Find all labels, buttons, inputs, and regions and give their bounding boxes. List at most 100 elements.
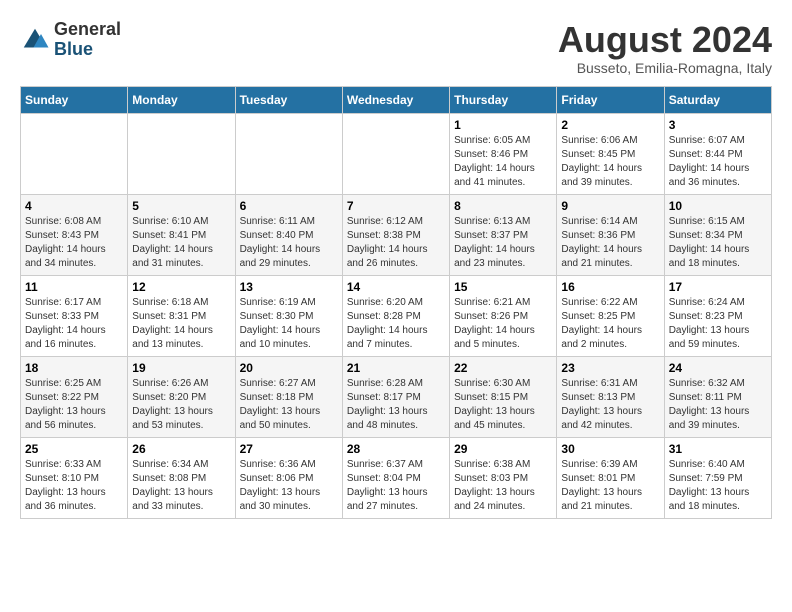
day-number: 30 [561, 442, 659, 456]
calendar-cell [21, 113, 128, 194]
day-number: 10 [669, 199, 767, 213]
calendar-week-1: 1Sunrise: 6:05 AM Sunset: 8:46 PM Daylig… [21, 113, 772, 194]
day-number: 6 [240, 199, 338, 213]
day-number: 5 [132, 199, 230, 213]
calendar-cell: 31 Sunrise: 6:40 AM Sunset: 7:59 PM Dayli… [664, 437, 771, 518]
calendar-cell: 13Sunrise: 6:19 AM Sunset: 8:30 PM Dayli… [235, 275, 342, 356]
day-info: Sunrise: 6:30 AM Sunset: 8:15 PM Dayligh… [454, 377, 552, 433]
day-info: Sunrise: 6:07 AM Sunset: 8:44 PM Dayligh… [669, 134, 767, 190]
day-number: 4 [25, 199, 123, 213]
calendar-cell: 12 Sunrise: 6:18 AM Sunset: 8:31 PM Dayli… [128, 275, 235, 356]
calendar-cell: 29 Sunrise: 6:38 AM Sunset: 8:03 PM Dayli… [450, 437, 557, 518]
day-info: Sunrise: 6:22 AM Sunset: 8:25 PM Dayligh… [561, 296, 659, 352]
weekday-header-friday: Friday [557, 86, 664, 113]
calendar-cell: 21 Sunrise: 6:28 AM Sunset: 8:17 PM Dayli… [342, 356, 449, 437]
day-info: Sunrise: 6:06 AM Sunset: 8:45 PM Dayligh… [561, 134, 659, 190]
day-info: Sunrise: 6:32 AM Sunset: 8:11 PM Dayligh… [669, 377, 767, 433]
calendar-cell: 3 Sunrise: 6:07 AM Sunset: 8:44 PM Daylig… [664, 113, 771, 194]
calendar-cell: 14 Sunrise: 6:20 AM Sunset: 8:28 PM Dayli… [342, 275, 449, 356]
day-number: 21 [347, 361, 445, 375]
day-number: 25 [25, 442, 123, 456]
day-info: Sunrise: 6:37 AM Sunset: 8:04 PM Dayligh… [347, 458, 445, 514]
calendar-cell: 2 Sunrise: 6:06 AM Sunset: 8:45 PM Daylig… [557, 113, 664, 194]
calendar-cell: 23 Sunrise: 6:31 AM Sunset: 8:13 PM Dayli… [557, 356, 664, 437]
day-number: 3 [669, 118, 767, 132]
calendar-cell: 22 Sunrise: 6:30 AM Sunset: 8:15 PM Dayli… [450, 356, 557, 437]
calendar-cell: 19 Sunrise: 6:26 AM Sunset: 8:20 PM Dayli… [128, 356, 235, 437]
day-number: 29 [454, 442, 552, 456]
day-number: 19 [132, 361, 230, 375]
day-number: 8 [454, 199, 552, 213]
month-year-title: August 2024 [558, 20, 772, 60]
calendar-cell: 24 Sunrise: 6:32 AM Sunset: 8:11 PM Dayli… [664, 356, 771, 437]
day-number: 2 [561, 118, 659, 132]
day-info: Sunrise: 6:34 AM Sunset: 8:08 PM Dayligh… [132, 458, 230, 514]
day-info: Sunrise: 6:15 AM Sunset: 8:34 PM Dayligh… [669, 215, 767, 271]
day-info: Sunrise: 6:10 AM Sunset: 8:41 PM Dayligh… [132, 215, 230, 271]
day-info: Sunrise: 6:39 AM Sunset: 8:01 PM Dayligh… [561, 458, 659, 514]
day-number: 14 [347, 280, 445, 294]
day-number: 12 [132, 280, 230, 294]
day-number: 31 [669, 442, 767, 456]
day-number: 20 [240, 361, 338, 375]
day-info: Sunrise: 6:40 AM Sunset: 7:59 PM Dayligh… [669, 458, 767, 514]
location-subtitle: Busseto, Emilia-Romagna, Italy [558, 60, 772, 76]
day-number: 26 [132, 442, 230, 456]
day-info: Sunrise: 6:33 AM Sunset: 8:10 PM Dayligh… [25, 458, 123, 514]
page-header: General Blue August 2024 Busseto, Emilia… [20, 20, 772, 76]
day-info: Sunrise: 6:12 AM Sunset: 8:38 PM Dayligh… [347, 215, 445, 271]
day-number: 17 [669, 280, 767, 294]
day-number: 15 [454, 280, 552, 294]
day-info: Sunrise: 6:26 AM Sunset: 8:20 PM Dayligh… [132, 377, 230, 433]
calendar-cell: 4Sunrise: 6:08 AM Sunset: 8:43 PM Daylig… [21, 194, 128, 275]
day-number: 28 [347, 442, 445, 456]
day-info: Sunrise: 6:19 AM Sunset: 8:30 PM Dayligh… [240, 296, 338, 352]
day-number: 7 [347, 199, 445, 213]
calendar-cell: 16 Sunrise: 6:22 AM Sunset: 8:25 PM Dayli… [557, 275, 664, 356]
calendar-table: SundayMondayTuesdayWednesdayThursdayFrid… [20, 86, 772, 519]
day-info: Sunrise: 6:31 AM Sunset: 8:13 PM Dayligh… [561, 377, 659, 433]
logo-icon [20, 25, 50, 55]
day-info: Sunrise: 6:14 AM Sunset: 8:36 PM Dayligh… [561, 215, 659, 271]
day-number: 22 [454, 361, 552, 375]
day-info: Sunrise: 6:36 AM Sunset: 8:06 PM Dayligh… [240, 458, 338, 514]
day-number: 24 [669, 361, 767, 375]
logo-text: General Blue [54, 20, 121, 60]
calendar-cell: 18Sunrise: 6:25 AM Sunset: 8:22 PM Dayli… [21, 356, 128, 437]
calendar-cell: 7 Sunrise: 6:12 AM Sunset: 8:38 PM Daylig… [342, 194, 449, 275]
day-info: Sunrise: 6:24 AM Sunset: 8:23 PM Dayligh… [669, 296, 767, 352]
calendar-cell: 5 Sunrise: 6:10 AM Sunset: 8:41 PM Daylig… [128, 194, 235, 275]
day-number: 23 [561, 361, 659, 375]
day-info: Sunrise: 6:28 AM Sunset: 8:17 PM Dayligh… [347, 377, 445, 433]
day-number: 16 [561, 280, 659, 294]
calendar-cell: 11Sunrise: 6:17 AM Sunset: 8:33 PM Dayli… [21, 275, 128, 356]
day-info: Sunrise: 6:05 AM Sunset: 8:46 PM Dayligh… [454, 134, 552, 190]
day-info: Sunrise: 6:38 AM Sunset: 8:03 PM Dayligh… [454, 458, 552, 514]
day-info: Sunrise: 6:18 AM Sunset: 8:31 PM Dayligh… [132, 296, 230, 352]
day-info: Sunrise: 6:17 AM Sunset: 8:33 PM Dayligh… [25, 296, 123, 352]
day-info: Sunrise: 6:25 AM Sunset: 8:22 PM Dayligh… [25, 377, 123, 433]
calendar-cell: 17 Sunrise: 6:24 AM Sunset: 8:23 PM Dayli… [664, 275, 771, 356]
calendar-cell: 15Sunrise: 6:21 AM Sunset: 8:26 PM Dayli… [450, 275, 557, 356]
weekday-header-monday: Monday [128, 86, 235, 113]
day-info: Sunrise: 6:13 AM Sunset: 8:37 PM Dayligh… [454, 215, 552, 271]
weekday-header-saturday: Saturday [664, 86, 771, 113]
calendar-week-3: 11Sunrise: 6:17 AM Sunset: 8:33 PM Dayli… [21, 275, 772, 356]
calendar-cell [235, 113, 342, 194]
weekday-header-row: SundayMondayTuesdayWednesdayThursdayFrid… [21, 86, 772, 113]
day-info: Sunrise: 6:11 AM Sunset: 8:40 PM Dayligh… [240, 215, 338, 271]
calendar-cell [342, 113, 449, 194]
day-info: Sunrise: 6:20 AM Sunset: 8:28 PM Dayligh… [347, 296, 445, 352]
calendar-week-2: 4Sunrise: 6:08 AM Sunset: 8:43 PM Daylig… [21, 194, 772, 275]
day-number: 9 [561, 199, 659, 213]
weekday-header-thursday: Thursday [450, 86, 557, 113]
calendar-cell: 20Sunrise: 6:27 AM Sunset: 8:18 PM Dayli… [235, 356, 342, 437]
calendar-week-4: 18Sunrise: 6:25 AM Sunset: 8:22 PM Dayli… [21, 356, 772, 437]
calendar-cell: 1Sunrise: 6:05 AM Sunset: 8:46 PM Daylig… [450, 113, 557, 194]
calendar-cell: 28 Sunrise: 6:37 AM Sunset: 8:04 PM Dayli… [342, 437, 449, 518]
day-number: 27 [240, 442, 338, 456]
logo: General Blue [20, 20, 121, 60]
title-section: August 2024 Busseto, Emilia-Romagna, Ita… [558, 20, 772, 76]
weekday-header-wednesday: Wednesday [342, 86, 449, 113]
calendar-cell: 6 Sunrise: 6:11 AM Sunset: 8:40 PM Daylig… [235, 194, 342, 275]
